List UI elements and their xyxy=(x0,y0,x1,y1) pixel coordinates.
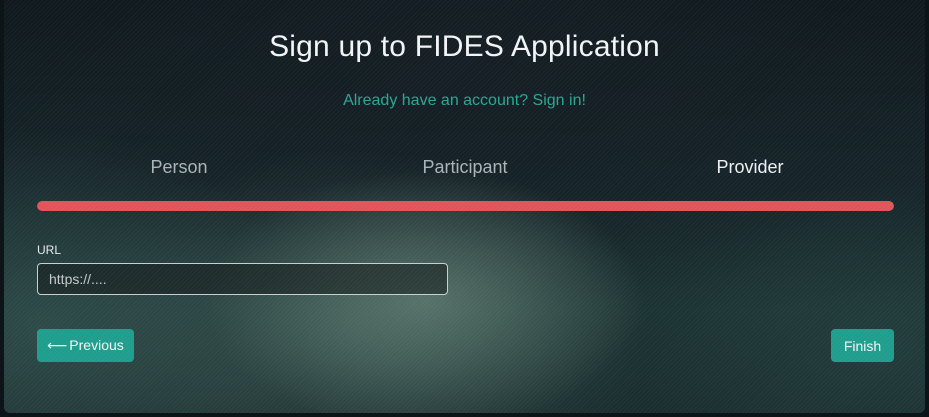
progress-fill xyxy=(37,201,894,211)
step-participant: Participant xyxy=(422,157,508,177)
step-provider: Provider xyxy=(716,157,784,177)
signin-link[interactable]: Already have an account? Sign in! xyxy=(4,92,925,110)
url-label: URL xyxy=(37,243,62,257)
finish-button[interactable]: Finish xyxy=(831,329,894,362)
page-title: Sign up to FIDES Application xyxy=(269,30,660,63)
url-input[interactable] xyxy=(37,263,448,295)
step-person: Person xyxy=(150,157,208,177)
previous-label: Previous xyxy=(69,337,124,353)
arrow-left-icon: ⟵ xyxy=(47,337,68,353)
progress-bar xyxy=(37,201,894,211)
previous-button[interactable]: ⟵ Previous xyxy=(37,329,134,362)
signup-panel: Sign up to FIDES Application Already hav… xyxy=(4,0,925,413)
